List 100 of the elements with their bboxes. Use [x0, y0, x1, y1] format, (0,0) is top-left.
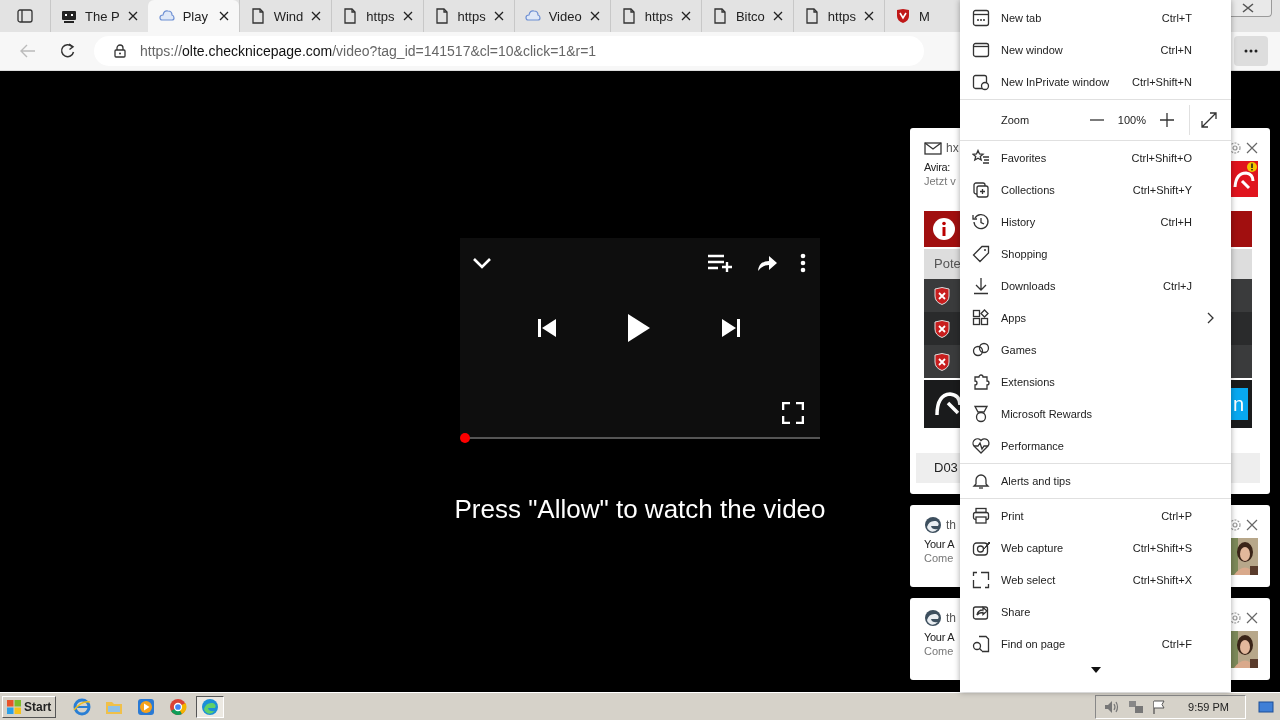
lock-icon — [114, 44, 126, 58]
more-icon[interactable] — [1244, 49, 1258, 53]
windows-logo-icon — [7, 699, 21, 714]
progress-track[interactable] — [460, 433, 820, 443]
notification-title: Avira: — [924, 161, 952, 173]
settings-icon[interactable] — [1228, 611, 1242, 625]
url-text: https://olte.checknicepage.com/video?tag_id=141517&cl=10&click=1&r=1 — [140, 43, 597, 59]
start-button[interactable]: Start — [2, 695, 57, 718]
browser-logo-icon — [924, 609, 942, 627]
tag-icon — [972, 245, 990, 263]
zoom-in-icon[interactable] — [1159, 112, 1175, 128]
page-icon — [620, 8, 637, 24]
menu-item[interactable]: Web capture Ctrl+Shift+S — [960, 532, 1231, 564]
menu-item[interactable]: Print Ctrl+P — [960, 500, 1231, 532]
menu-item[interactable]: Favorites Ctrl+Shift+O — [960, 142, 1231, 174]
next-icon[interactable] — [721, 318, 741, 338]
scroll-down-icon[interactable] — [1090, 667, 1101, 673]
menu-item[interactable]: Alerts and tips — [960, 465, 1231, 497]
network-icon[interactable] — [1128, 699, 1145, 714]
zoom-value: 100% — [1117, 114, 1146, 126]
shortcut-text: Ctrl+H — [1160, 216, 1192, 228]
close-icon[interactable] — [402, 11, 413, 21]
speaker-icon[interactable] — [1104, 699, 1121, 714]
menu-item[interactable]: History Ctrl+H — [960, 206, 1231, 238]
close-icon[interactable] — [864, 11, 874, 21]
settings-icon[interactable] — [1228, 518, 1242, 532]
shortcut-text: Ctrl+F — [1161, 638, 1192, 650]
close-icon[interactable] — [311, 11, 322, 21]
taskbar-app[interactable] — [196, 695, 225, 718]
new-tab-icon — [972, 9, 990, 27]
page-icon — [433, 8, 450, 24]
shortcut-text: Ctrl+N — [1160, 44, 1192, 56]
menu-item[interactable]: New tab Ctrl+T — [960, 2, 1231, 34]
cloud-icon — [524, 8, 541, 24]
close-icon[interactable] — [680, 11, 691, 21]
show-desktop-icon[interactable] — [1258, 699, 1274, 714]
share-icon[interactable] — [756, 254, 778, 272]
close-icon[interactable] — [218, 11, 229, 21]
progress-thumb[interactable] — [460, 433, 470, 443]
sender-text: th — [946, 518, 956, 532]
edge-icon — [201, 697, 220, 716]
star-list-icon — [972, 149, 990, 167]
add-to-queue-icon[interactable] — [708, 254, 734, 272]
page-icon — [711, 8, 728, 24]
menu-item[interactable]: Share — [960, 596, 1231, 628]
menu-item[interactable]: New InPrivate window Ctrl+Shift+N — [960, 66, 1231, 98]
settings-icon[interactable] — [1228, 141, 1242, 155]
notification-text: Come — [924, 645, 955, 657]
fullscreen-icon[interactable] — [1201, 112, 1217, 128]
play-icon[interactable] — [627, 313, 651, 343]
refresh-icon[interactable] — [60, 43, 76, 59]
chevron-down-icon[interactable] — [472, 257, 492, 269]
tab-actions-icon[interactable] — [17, 9, 33, 23]
close-icon[interactable] — [127, 11, 138, 21]
browser-tab[interactable]: Play — [147, 0, 239, 32]
shield-icon — [934, 319, 950, 338]
menu-item[interactable]: New window Ctrl+N — [960, 34, 1231, 66]
close-icon[interactable] — [1242, 3, 1254, 13]
tab-title: Video — [548, 8, 582, 24]
more-icon[interactable] — [800, 253, 806, 273]
tab-title: https — [827, 8, 856, 24]
history-icon — [972, 213, 990, 231]
close-icon[interactable] — [589, 11, 600, 21]
close-icon[interactable] — [772, 11, 783, 21]
menu-item[interactable]: Collections Ctrl+Shift+Y — [960, 174, 1231, 206]
shortcut-text: Ctrl+Shift+N — [1132, 76, 1192, 88]
info-icon — [932, 217, 956, 241]
shield-icon — [895, 8, 911, 24]
menu-item[interactable]: Games — [960, 334, 1231, 366]
printer-icon — [972, 507, 990, 525]
browser-icon — [73, 697, 92, 716]
menu-item[interactable]: Microsoft Rewards — [960, 398, 1231, 430]
apps-icon — [972, 309, 990, 327]
puzzle-piece-icon — [972, 373, 990, 391]
menu-item[interactable]: Find on page Ctrl+F — [960, 628, 1231, 660]
close-icon[interactable] — [493, 11, 504, 21]
menu-item[interactable]: Extensions — [960, 366, 1231, 398]
menu-item[interactable]: Web select Ctrl+Shift+X — [960, 564, 1231, 596]
shortcut-text: Ctrl+T — [1161, 12, 1192, 24]
notification-text: Jetzt v — [924, 175, 956, 187]
window-icon — [972, 41, 990, 59]
chrome-icon — [169, 697, 188, 716]
address-bar[interactable]: https://olte.checknicepage.com/video?tag_id=141517&cl=10&click=1&r=1 — [94, 36, 924, 66]
selection-icon — [972, 571, 990, 589]
flag-icon[interactable] — [1152, 699, 1167, 714]
notification-title: Your A — [924, 538, 955, 550]
tab-title: Bitco — [735, 8, 765, 24]
notification-text: Come — [924, 552, 955, 564]
tab-title: https — [366, 8, 395, 24]
find-page-icon — [972, 635, 990, 653]
browser-logo-icon — [924, 516, 942, 534]
menu-item[interactable]: Apps — [960, 302, 1231, 334]
previous-icon[interactable] — [537, 318, 557, 338]
shield-icon — [934, 286, 950, 305]
video-caption: Press "Allow" to watch the video — [454, 494, 826, 525]
media-player-icon — [137, 697, 156, 716]
shortcut-text: Ctrl+Shift+O — [1131, 152, 1192, 164]
tab-title: https — [644, 8, 673, 24]
bell-icon — [972, 472, 990, 490]
tab-title: Wind — [273, 8, 304, 24]
